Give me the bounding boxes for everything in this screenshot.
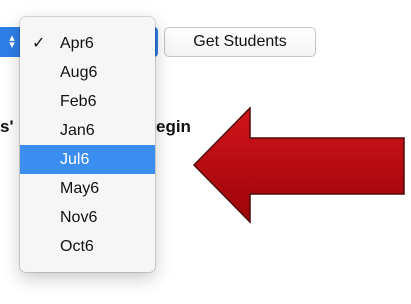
label-fragment-left: s' <box>0 117 14 136</box>
option-label: May6 <box>60 180 100 197</box>
option-label: Jan6 <box>60 122 95 139</box>
option-label: Nov6 <box>60 209 98 226</box>
option-label: Aug6 <box>60 64 98 81</box>
menu-option-aug6[interactable]: Aug6 <box>20 58 155 87</box>
label-fragment-right: egin <box>156 117 191 136</box>
option-label: Apr6 <box>60 35 94 52</box>
get-students-button[interactable]: Get Students <box>164 27 316 57</box>
chevron-up-down-icon: ▴ ▾ <box>9 32 15 51</box>
term-dropdown-menu: ✓ Apr6 Aug6 Feb6 Jan6 Jul6 May6 Nov6 Oct… <box>20 17 155 272</box>
arrow-shape <box>192 106 405 224</box>
option-label: Feb6 <box>60 93 97 110</box>
menu-option-feb6[interactable]: Feb6 <box>20 87 155 116</box>
menu-option-apr6[interactable]: ✓ Apr6 <box>20 29 155 58</box>
menu-option-jan6[interactable]: Jan6 <box>20 116 155 145</box>
option-label: Oct6 <box>60 238 94 255</box>
menu-option-oct6[interactable]: Oct6 <box>20 232 155 261</box>
menu-option-nov6[interactable]: Nov6 <box>20 203 155 232</box>
menu-option-may6[interactable]: May6 <box>20 174 155 203</box>
menu-option-jul6[interactable]: Jul6 <box>20 145 155 174</box>
option-label: Jul6 <box>60 151 90 168</box>
red-arrow-annotation <box>192 106 405 224</box>
checkmark-icon: ✓ <box>32 35 46 52</box>
